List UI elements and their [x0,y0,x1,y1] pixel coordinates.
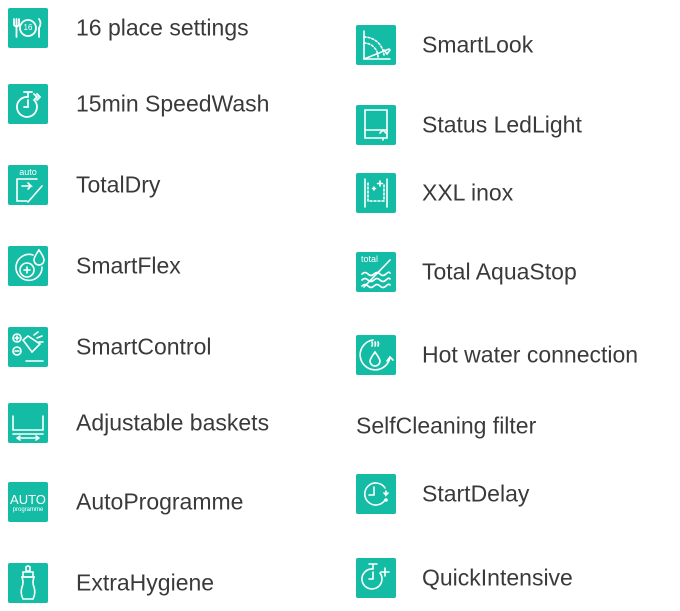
auto-programme-text: AUTO [10,492,46,507]
quick-intensive-timer-icon [356,558,396,598]
total-aquastop-icon: total [356,252,396,292]
feature-label: SmartLook [422,31,534,58]
baby-bottle-icon [8,563,48,603]
feature-label: SmartControl [76,333,212,360]
feature-label: ExtraHygiene [76,569,215,596]
feature-label: 16 place settings [76,14,249,41]
feature-label: SelfCleaning filter [356,412,537,439]
place-settings-number: 16 [23,23,33,32]
adjustable-basket-icon [8,403,48,443]
feature-label: TotalDry [76,171,161,198]
place-settings-icon: 16 [8,8,48,48]
auto-dry-door-icon: auto [8,165,48,205]
feature-label: Hot water connection [422,341,639,368]
feature-label: Total AquaStop [422,258,577,285]
smartcontrol-remote-icon [8,327,48,367]
smartflex-drop-icon [8,246,48,286]
feature-label: Adjustable baskets [76,409,270,436]
feature-label: Status LedLight [422,111,582,138]
speedwash-timer-icon [8,84,48,124]
status-ledlight-icon [356,105,396,145]
feature-label: QuickIntensive [422,564,573,591]
xxl-inox-tub-icon [356,173,396,213]
smartlook-projection-icon [356,25,396,65]
hot-water-connection-icon [356,335,396,375]
start-delay-clock-icon [356,474,396,514]
auto-programme-icon: AUTO programme [8,482,48,522]
feature-label: SmartFlex [76,252,181,279]
feature-label: StartDelay [422,480,530,507]
feature-label: AutoProgramme [76,488,244,515]
auto-programme-subtext: programme [12,507,44,513]
feature-label: XXL inox [422,179,514,206]
feature-label: 15min SpeedWash [76,90,270,117]
